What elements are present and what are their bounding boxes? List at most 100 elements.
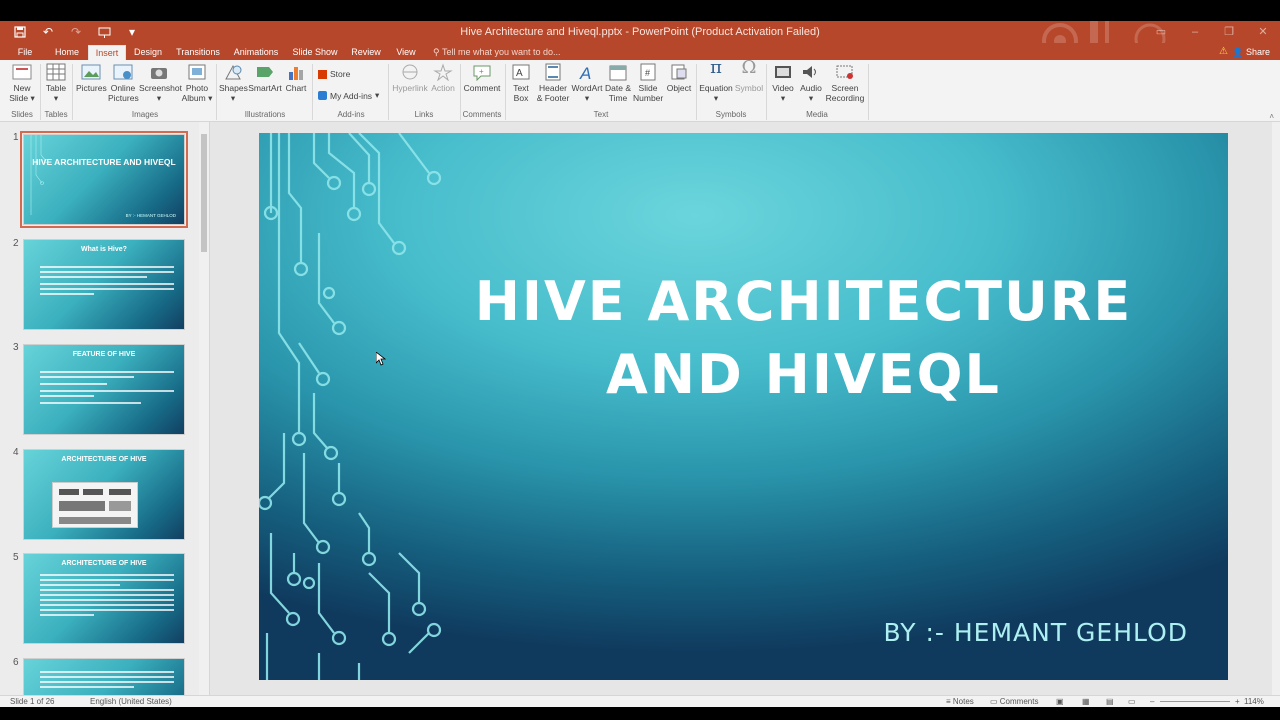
new-slide-button[interactable]: New Slide ▾ [8,63,36,103]
object-button[interactable]: Object [665,63,693,93]
comment-button[interactable]: + Comment [463,63,501,93]
warning-icon[interactable]: ⚠ [1219,45,1228,59]
slide-sorter-icon[interactable]: ▦ [1082,697,1090,706]
comment-icon: + [472,63,492,82]
lightbulb-icon: ⚲ [433,47,440,57]
tab-design[interactable]: Design [130,45,166,60]
slide-thumbnail-2[interactable]: What is Hive? [23,239,185,330]
group-label-slides: Slides [11,110,33,119]
share-button[interactable]: 👤 Share [1232,45,1270,59]
collapse-ribbon-icon[interactable]: ˄ [1269,112,1274,121]
hyperlink-button[interactable]: Hyperlink [392,63,428,93]
normal-view-icon[interactable]: ▣ [1056,697,1064,706]
photo-album-button[interactable]: Photo Album ▾ [181,63,213,103]
comments-button[interactable]: ▭ Comments [990,697,1038,706]
thumbnail-scrollbar[interactable] [199,122,209,695]
thumbnail-number: 2 [13,238,19,249]
video-button[interactable]: Video ▾ [770,63,796,103]
thumbnail-number: 1 [13,132,19,143]
language-indicator[interactable]: English (United States) [90,697,172,706]
date-time-button[interactable]: Date & Time [604,63,632,103]
tab-view[interactable]: View [392,45,420,60]
tab-home[interactable]: Home [50,45,84,60]
photo-album-icon [187,63,207,81]
online-pictures-button[interactable]: Online Pictures [108,63,139,103]
group-label-addins: Add-ins [337,110,365,119]
globe-link-icon [400,63,420,81]
wordart-icon: A [577,63,597,83]
text-box-button[interactable]: A Text Box [509,63,533,103]
screen-recording-button[interactable]: Screen Recording [825,63,865,103]
group-separator [460,64,461,120]
group-label-images: Images [131,110,159,119]
architecture-diagram-image [52,482,138,528]
svg-text:+: + [479,67,484,76]
circuit-decoration [30,135,48,215]
zoom-in-icon[interactable]: + [1235,697,1240,706]
store-icon [318,69,327,79]
minimize-icon[interactable]: – [1178,21,1212,43]
slide-thumbnail-3[interactable]: FEATURE OF HIVE [23,344,185,435]
symbol-button[interactable]: Ω Symbol [734,59,764,94]
slide-thumbnail-5[interactable]: ARCHITECTURE OF HIVE [23,553,185,644]
status-bar: Slide 1 of 26 English (United States) ≡ … [0,695,1280,707]
zoom-out-icon[interactable]: – [1150,697,1154,706]
store-button[interactable]: Store [318,69,350,79]
title-bar: ↶ ↷ ▾ Hive Architecture and Hiveql.pptx … [0,21,1280,64]
zoom-level[interactable]: 114% [1244,697,1264,706]
pictures-button[interactable]: Pictures [76,63,107,93]
restore-icon[interactable]: ❐ [1212,21,1246,43]
tab-review[interactable]: Review [348,45,384,60]
group-separator [40,64,41,120]
reading-view-icon[interactable]: ▤ [1106,697,1114,706]
smartart-button[interactable]: SmartArt [248,63,282,93]
slide-scrollbar[interactable] [1272,122,1280,695]
thumbnail-number: 4 [13,447,19,458]
notes-button[interactable]: ≡ Notes [946,697,974,706]
slide-subtitle[interactable]: BY :- HEMANT GEHLOD [883,618,1188,647]
slide-canvas[interactable]: HIVE ARCHITECTURE AND HIVEQL BY :- HEMAN… [259,133,1228,680]
action-button[interactable]: Action [429,63,457,93]
close-icon[interactable]: ✕ [1246,21,1280,43]
tab-file[interactable]: File [12,45,38,60]
equation-button[interactable]: π Equation ▾ [699,59,733,104]
table-button[interactable]: Table ▾ [44,63,68,103]
thumbnail-scrollbar-thumb[interactable] [201,134,207,252]
tab-slide-show[interactable]: Slide Show [290,45,340,60]
slide-number-button[interactable]: # Slide Number [633,63,663,103]
slide-number-icon: # [638,63,658,81]
text-box-icon: A [511,63,531,81]
thumbnail-title: FEATURE OF HIVE [72,351,136,358]
screenshot-button[interactable]: Screenshot ▾ [139,63,182,103]
thumbnail-body-text [40,371,174,407]
slide-title[interactable]: HIVE ARCHITECTURE AND HIVEQL [419,265,1188,411]
ribbon-display-options-icon[interactable]: ▭ [1144,21,1178,43]
mouse-pointer-icon [376,352,386,366]
slide-thumbnail-1[interactable]: HIVE ARCHITECTURE AND HIVEQL BY :- HEMAN… [20,131,188,228]
chart-button[interactable]: Chart [284,63,308,93]
slide-thumbnail-6[interactable] [23,658,185,695]
thumbnail-title: ARCHITECTURE OF HIVE [61,456,147,463]
header-footer-button[interactable]: Header & Footer [536,63,570,103]
tab-insert[interactable]: Insert [88,45,126,60]
svg-text:A: A [516,68,523,79]
group-label-symbols: Symbols [715,110,747,119]
group-separator [216,64,217,120]
chart-icon [286,63,306,81]
slide-thumbnail-4[interactable]: ARCHITECTURE OF HIVE [23,449,185,540]
tab-transitions[interactable]: Transitions [172,45,224,60]
thumbnail-number: 3 [13,342,19,353]
wordart-button[interactable]: A WordArt ▾ [571,63,603,103]
group-label-links: Links [414,110,434,119]
my-addins-button[interactable]: My Add-ins ▾ [318,90,379,101]
group-label-comments: Comments [462,110,502,119]
tab-animations[interactable]: Animations [230,45,282,60]
shapes-button[interactable]: Shapes ▾ [219,63,248,103]
zoom-slider[interactable] [1160,701,1230,702]
tell-me-search[interactable]: ⚲ Tell me what you want to do... [433,45,561,59]
window-controls: ▭ – ❐ ✕ [1144,21,1280,43]
slideshow-view-icon[interactable]: ▭ [1128,697,1136,706]
thumbnail-title: ARCHITECTURE OF HIVE [61,560,147,567]
slide-thumbnail-pane: 1 HIVE ARCHITECTURE AND HIVEQL BY :- HEM… [0,122,210,695]
audio-button[interactable]: Audio ▾ [798,63,824,103]
